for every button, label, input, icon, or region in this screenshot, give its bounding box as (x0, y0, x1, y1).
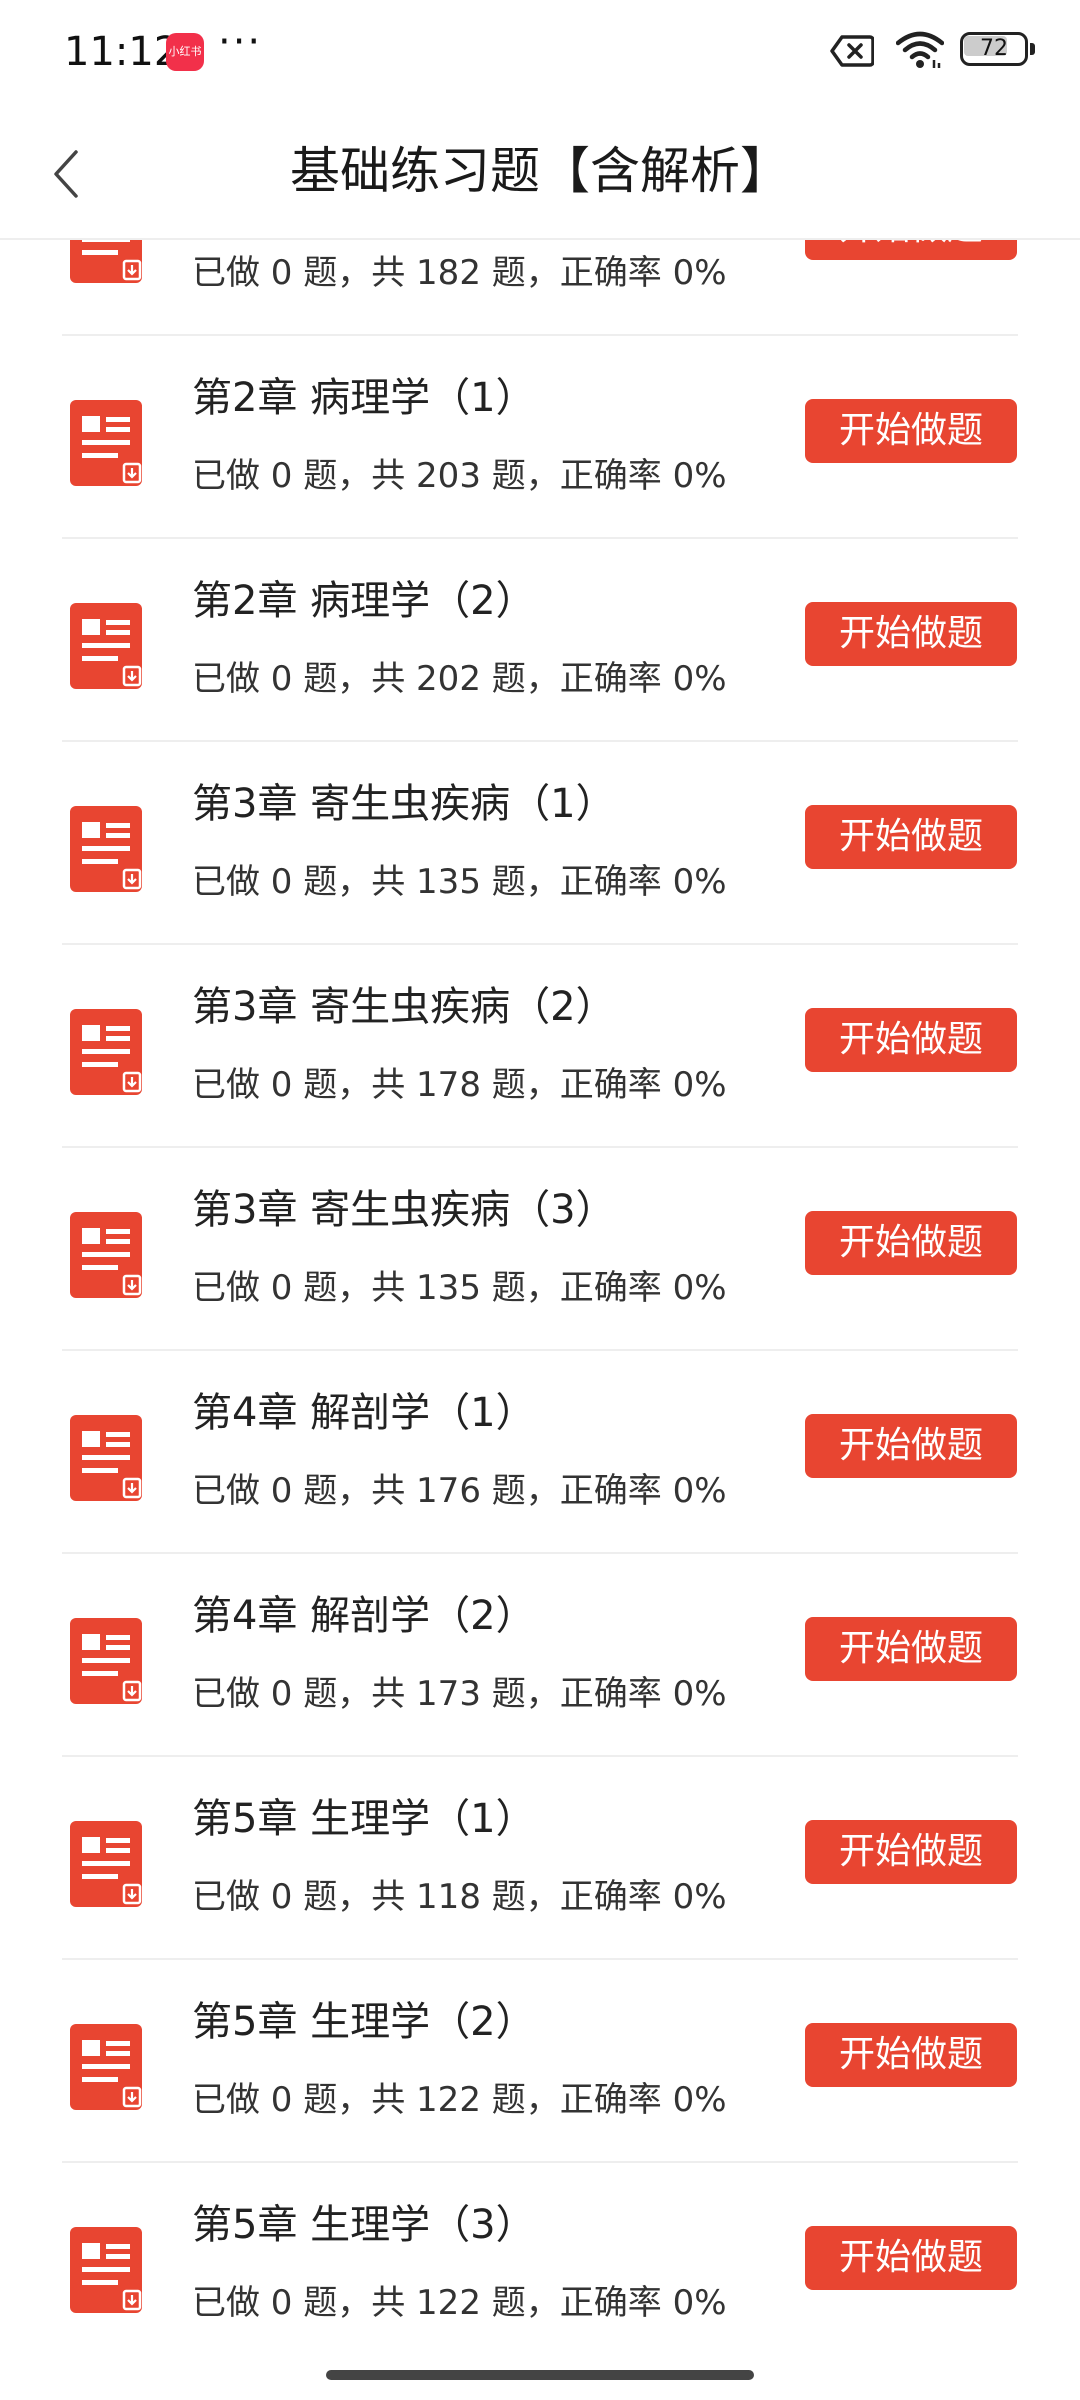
back-button[interactable] (36, 134, 116, 214)
chapter-title: 第5章 生理学（2） (192, 1999, 536, 2045)
gesture-bar (0, 2352, 1080, 2400)
start-practice-button[interactable]: 开始做题 (805, 1617, 1017, 1681)
list-item[interactable]: 第4章 解剖学（1） 已做 0 题，共 176 题，正确率 0% 开始做题 (0, 1351, 1080, 1554)
document-list-icon (68, 398, 144, 488)
chapter-title: 第2章 病理学（1） (192, 375, 536, 421)
document-list-icon (68, 1616, 144, 1706)
chapter-stats: 已做 0 题，共 122 题，正确率 0% (192, 2283, 727, 2323)
app-header: 基础练习题【含解析】 (0, 104, 1080, 240)
list-item[interactable]: 第3章 寄生虫疾病（1） 已做 0 题，共 135 题，正确率 0% 开始做题 (0, 742, 1080, 945)
chapter-title: 第3章 寄生虫疾病（1） (192, 781, 616, 827)
start-practice-button[interactable]: 开始做题 (805, 2023, 1017, 2087)
start-practice-button[interactable]: 开始做题 (805, 1211, 1017, 1275)
chevron-left-icon (54, 150, 78, 198)
chapter-stats: 已做 0 题，共 176 题，正确率 0% (192, 1471, 727, 1511)
chapter-title: 第5章 生理学（1） (192, 1796, 536, 1842)
start-practice-button[interactable]: 开始做题 (805, 399, 1017, 463)
wifi-icon (895, 30, 945, 74)
chapter-title: 第5章 生理学（3） (192, 2202, 536, 2248)
list-item[interactable]: 第2章 病理学（1） 已做 0 题，共 203 题，正确率 0% 开始做题 (0, 336, 1080, 539)
list-item[interactable]: 第3章 寄生虫疾病（3） 已做 0 题，共 135 题，正确率 0% 开始做题 (0, 1148, 1080, 1351)
chapter-stats: 已做 0 题，共 178 题，正确率 0% (192, 1065, 727, 1105)
list-item[interactable]: 第4章 解剖学（2） 已做 0 题，共 173 题，正确率 0% 开始做题 (0, 1554, 1080, 1757)
start-practice-button[interactable]: 开始做题 (805, 1008, 1017, 1072)
list-item[interactable]: 第5章 生理学（3） 已做 0 题，共 122 题，正确率 0% 开始做题 (0, 2163, 1080, 2352)
screen: 11:12 小红书 ··· 72 基础练习题【含解析】 已做 0 题，共 182… (0, 0, 1080, 2400)
start-practice-button[interactable]: 开始做题 (805, 1820, 1017, 1884)
more-notifications-icon: ··· (218, 19, 263, 65)
chapter-title: 第2章 病理学（2） (192, 578, 536, 624)
document-list-icon (68, 1819, 144, 1909)
document-list-icon (68, 1007, 144, 1097)
document-list-icon (68, 804, 144, 894)
document-list-icon (68, 2225, 144, 2315)
list-item[interactable]: 第5章 生理学（1） 已做 0 题，共 118 题，正确率 0% 开始做题 (0, 1757, 1080, 1960)
chapter-stats: 已做 0 题，共 135 题，正确率 0% (192, 1268, 727, 1308)
document-list-icon (68, 2022, 144, 2112)
start-practice-button[interactable]: 开始做题 (805, 1414, 1017, 1478)
document-list-icon (68, 1210, 144, 1300)
status-icons: 72 (820, 0, 1080, 104)
app-notification-icon: 小红书 (166, 33, 204, 71)
chapter-stats: 已做 0 题，共 122 题，正确率 0% (192, 2080, 727, 2120)
start-practice-button[interactable]: 开始做题 (805, 602, 1017, 666)
page-title: 基础练习题【含解析】 (290, 142, 790, 200)
exercise-list[interactable]: 第1章 医学基础知识（6） 已做 0 题，共 182 题，正确率 0% 开始做题… (0, 156, 1080, 2352)
list-item[interactable]: 第2章 病理学（2） 已做 0 题，共 202 题，正确率 0% 开始做题 (0, 539, 1080, 742)
document-list-icon (68, 601, 144, 691)
status-bar: 11:12 小红书 ··· 72 (0, 0, 1080, 104)
status-time: 11:12 (64, 29, 180, 75)
chapter-stats: 已做 0 题，共 203 题，正确率 0% (192, 456, 727, 496)
chapter-stats: 已做 0 题，共 118 题，正确率 0% (192, 1877, 727, 1917)
list-item[interactable]: 第5章 生理学（2） 已做 0 题，共 122 题，正确率 0% 开始做题 (0, 1960, 1080, 2163)
chapter-title: 第4章 解剖学（2） (192, 1593, 536, 1639)
chapter-stats: 已做 0 题，共 173 题，正确率 0% (192, 1674, 727, 1714)
start-practice-button[interactable]: 开始做题 (805, 805, 1017, 869)
document-list-icon (68, 1413, 144, 1503)
chapter-stats: 已做 0 题，共 202 题，正确率 0% (192, 659, 727, 699)
list-item[interactable]: 第3章 寄生虫疾病（2） 已做 0 题，共 178 题，正确率 0% 开始做题 (0, 945, 1080, 1148)
start-practice-button[interactable]: 开始做题 (805, 2226, 1017, 2290)
chapter-title: 第3章 寄生虫疾病（2） (192, 984, 616, 1030)
battery-level: 72 (980, 36, 1008, 61)
home-gesture-handle[interactable] (326, 2370, 754, 2380)
chapter-stats: 已做 0 题，共 135 题，正确率 0% (192, 862, 727, 902)
chapter-title: 第3章 寄生虫疾病（3） (192, 1187, 616, 1233)
no-sim-icon (830, 34, 875, 72)
chapter-stats: 已做 0 题，共 182 题，正确率 0% (192, 253, 727, 293)
chapter-title: 第4章 解剖学（1） (192, 1390, 536, 1436)
